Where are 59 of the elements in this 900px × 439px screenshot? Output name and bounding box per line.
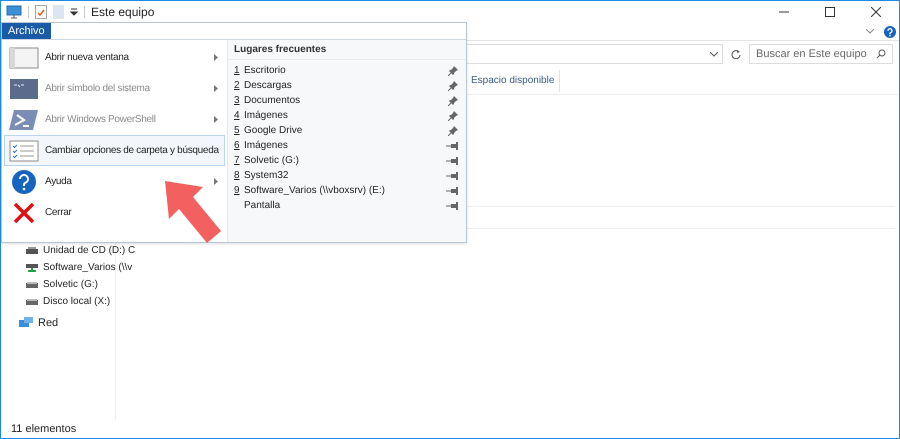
nav-item[interactable]: Solvetic (G:) (43, 277, 98, 292)
computer-icon[interactable] (6, 5, 22, 19)
pin-icon[interactable] (448, 66, 458, 76)
search-icon (876, 49, 886, 59)
maximize-icon (825, 7, 835, 17)
network-icon[interactable] (19, 317, 33, 329)
help-icon[interactable] (884, 26, 896, 38)
nav-item[interactable]: Software_Varios (\\v (43, 260, 132, 275)
terminal-icon (9, 78, 39, 100)
submenu-arrow-icon (214, 54, 218, 61)
help-icon (11, 168, 37, 194)
nav-item[interactable]: Red (38, 314, 58, 332)
window-title: Este equipo (91, 4, 154, 21)
submenu-arrow-icon (214, 85, 218, 92)
menu-item[interactable]: Cerrar (4, 197, 79, 228)
frequent-place[interactable]: 5 Google Drive (228, 123, 466, 138)
nav-item[interactable]: Disco local (X:) (43, 294, 110, 309)
pin-icon[interactable] (448, 96, 458, 106)
frequent-place[interactable]: 3 Documentos (228, 93, 466, 108)
frequent-place[interactable]: 6 Imágenes (228, 138, 466, 153)
chevron-down-icon[interactable] (710, 52, 718, 56)
properties-icon[interactable] (35, 5, 47, 19)
chevron-down-icon[interactable] (866, 29, 874, 34)
pin-icon[interactable] (448, 80, 458, 90)
close-icon (871, 7, 881, 17)
refresh-icon[interactable] (731, 49, 741, 59)
nav-item[interactable]: Unidad de CD (D:) C (43, 243, 136, 258)
network-drive-icon (26, 262, 38, 272)
pin-icon[interactable] (448, 126, 458, 136)
submenu-arrow-icon (214, 178, 218, 185)
frequent-place[interactable]: Pantalla (228, 198, 466, 213)
frequent-place[interactable]: 8 System32 (228, 168, 466, 183)
menu-item[interactable]: Ayuda (4, 166, 225, 197)
drive-icon (26, 282, 38, 288)
close-icon (13, 202, 35, 224)
window-icon (9, 46, 39, 68)
status-text: 11 elementos (11, 422, 76, 437)
drive-icon (26, 298, 38, 304)
pin-icon[interactable] (448, 110, 458, 120)
unpin-icon[interactable] (446, 172, 458, 180)
powershell-icon (9, 108, 39, 130)
unpin-icon[interactable] (446, 142, 458, 150)
frequent-place[interactable]: 4 Imágenes (228, 108, 466, 123)
dropdown-icon[interactable] (70, 8, 78, 16)
menu-item[interactable]: Cambiar opciones de carpeta y búsqueda (4, 135, 225, 166)
unpin-icon[interactable] (446, 202, 458, 210)
file-tab[interactable]: Archivo (2, 23, 51, 39)
unpin-icon[interactable] (446, 156, 458, 164)
frequent-place[interactable]: 9 Software_Varios (\\vboxsrv) (E:) (228, 183, 466, 198)
frequent-place[interactable]: 1 Escritorio (228, 63, 466, 78)
frequent-place[interactable]: 2 Descargas (228, 78, 466, 93)
frequent-place[interactable]: 7 Solvetic (G:) (228, 153, 466, 168)
submenu-arrow-icon (214, 116, 218, 123)
checklist-icon (9, 140, 39, 162)
unpin-icon[interactable] (446, 186, 458, 194)
section-title: Lugares frecuentes (234, 43, 326, 57)
search-field[interactable]: Buscar en Este equipo (749, 44, 893, 64)
cd-drive-icon (26, 246, 38, 254)
menu-item[interactable]: Abrir nueva ventana (4, 42, 225, 73)
